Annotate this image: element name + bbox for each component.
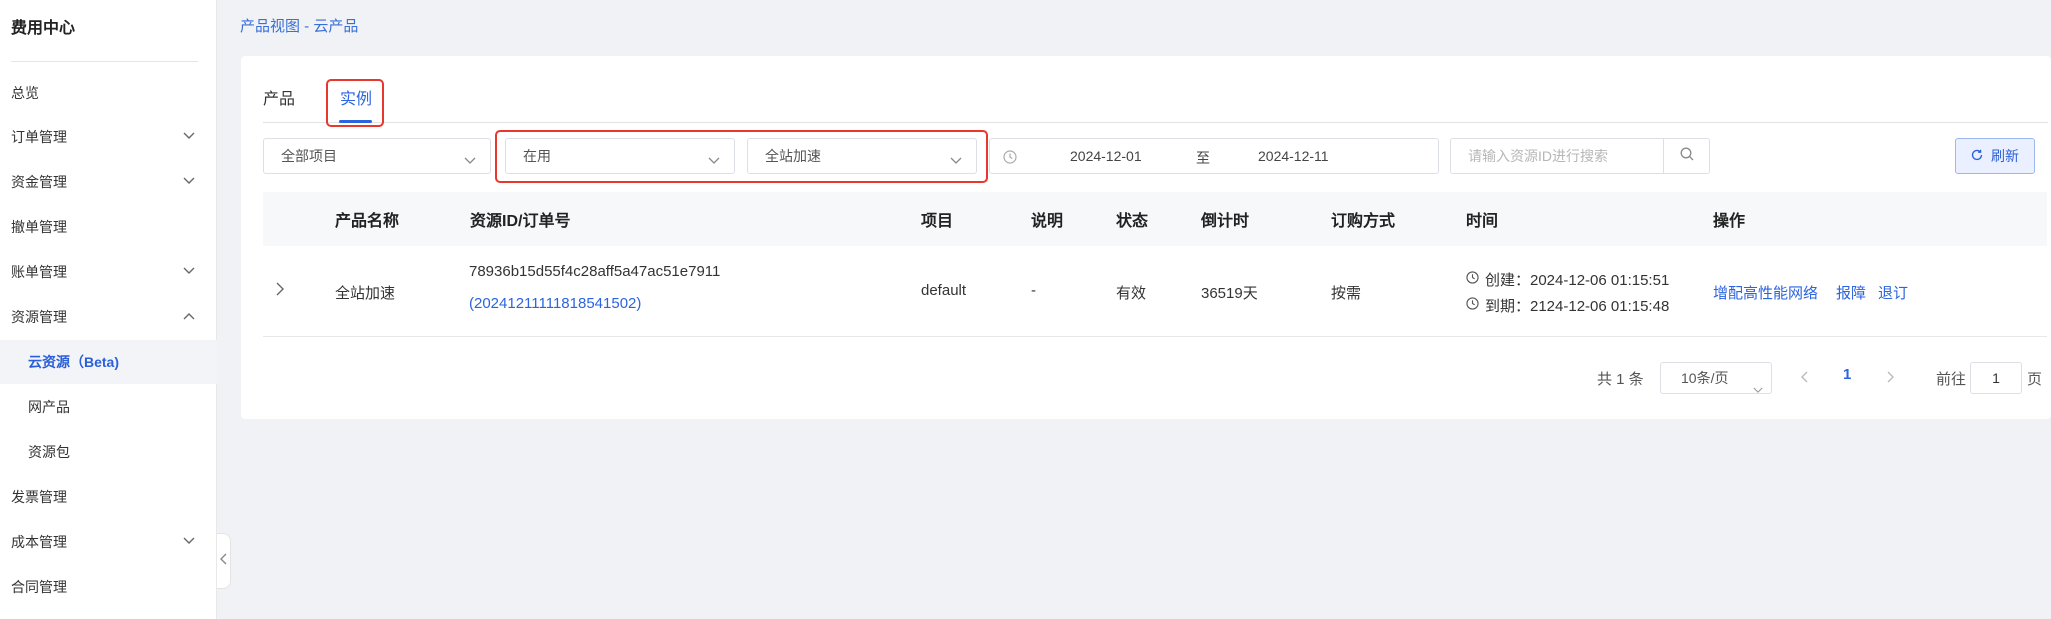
column-header: 状态 <box>1116 213 1149 230</box>
sidebar-item-label: 网产品 <box>28 399 70 415</box>
sidebar-collapse-button[interactable] <box>217 533 231 589</box>
clock-icon <box>1466 297 1479 314</box>
column-header: 资源ID/订单号 <box>470 213 571 230</box>
upgrade-network-link[interactable]: 增配高性能网络 <box>1713 282 1818 303</box>
sidebar-item-resource-packages[interactable]: 资源包 <box>0 430 217 474</box>
sidebar-item-orders[interactable]: 订单管理 <box>0 115 217 159</box>
highlight-box-tab <box>326 79 384 127</box>
page-label: 页 <box>2027 371 2043 388</box>
sidebar-item-label: 总览 <box>11 85 39 101</box>
sidebar-item-label: 资源包 <box>28 444 70 460</box>
date-separator: 至 <box>1196 150 1210 166</box>
refresh-label: 刷新 <box>1991 148 2019 164</box>
sidebar-divider <box>11 61 198 62</box>
goto-page-input[interactable] <box>1970 362 2022 394</box>
chevron-up-icon <box>183 312 195 322</box>
clock-icon <box>1003 150 1017 167</box>
cell-billing-mode: 按需 <box>1331 285 1362 302</box>
created-time-text: 创建：2024-12-06 01:15:51 <box>1485 272 1670 289</box>
pagination-total: 共 1 条 <box>1597 371 1644 388</box>
chevron-down-icon <box>183 267 195 277</box>
sidebar-item-label: 订单管理 <box>11 129 67 145</box>
sidebar-item-label: 成本管理 <box>11 534 67 550</box>
refresh-button[interactable]: 刷新 <box>1955 138 2035 174</box>
date-range-picker[interactable]: 2024-12-01 至 2024-12-11 <box>989 138 1439 174</box>
prev-page-button[interactable] <box>1800 370 1808 388</box>
resource-search <box>1450 138 1710 174</box>
sidebar-item-label: 资源管理 <box>11 309 67 325</box>
tab-bar-divider <box>263 122 2048 123</box>
next-page-button[interactable] <box>1887 370 1895 388</box>
page-size-select[interactable]: 10条/页 <box>1660 362 1772 394</box>
sidebar-item-overview[interactable]: 总览 <box>0 71 217 115</box>
refresh-icon <box>1971 148 1983 164</box>
cell-project: default <box>921 282 967 299</box>
sidebar-item-label: 资金管理 <box>11 174 67 190</box>
search-input[interactable] <box>1452 140 1664 172</box>
breadcrumb[interactable]: 产品视图 - 云产品 <box>240 15 358 36</box>
column-header: 订购方式 <box>1331 213 1396 230</box>
date-end[interactable]: 2024-12-11 <box>1258 148 1329 164</box>
column-header: 产品名称 <box>335 213 400 230</box>
sidebar-item-cloud-resources[interactable]: 云资源（Beta) <box>0 340 217 384</box>
search-icon <box>1680 147 1694 166</box>
report-issue-link[interactable]: 报障 <box>1836 282 1866 303</box>
created-time: 创建：2024-12-06 01:15:51 <box>1466 269 1669 290</box>
chevron-down-icon <box>183 132 195 142</box>
status-badge: 有效 <box>1116 285 1147 302</box>
column-header: 操作 <box>1713 213 1746 230</box>
cell-product: 全站加速 <box>335 285 396 302</box>
cell-countdown: 36519天 <box>1201 285 1258 302</box>
sidebar-item-network-products[interactable]: 网产品 <box>0 385 217 429</box>
sidebar-item-billing[interactable]: 账单管理 <box>0 250 217 294</box>
project-select[interactable]: 全部项目 <box>263 138 491 174</box>
app-title: 费用中心 <box>11 20 76 37</box>
order-id-link[interactable]: (20241211111818541502) <box>469 295 641 312</box>
sidebar-item-funds[interactable]: 资金管理 <box>0 160 217 204</box>
sidebar-item-resources[interactable]: 资源管理 <box>0 295 217 339</box>
chevron-left-icon <box>220 552 227 570</box>
row-divider <box>263 336 2047 337</box>
column-header: 时间 <box>1466 213 1499 230</box>
column-header: 倒计时 <box>1201 213 1250 230</box>
column-header: 说明 <box>1031 213 1064 230</box>
expiry-time: 到期：2124-12-06 01:15:48 <box>1466 295 1669 316</box>
sidebar-item-label: 发票管理 <box>11 489 67 505</box>
expiry-time-text: 到期：2124-12-06 01:15:48 <box>1485 298 1670 315</box>
chevron-down-icon <box>464 152 476 168</box>
chevron-down-icon <box>1753 374 1763 404</box>
search-button[interactable] <box>1663 139 1709 173</box>
sidebar-item-label: 云资源（Beta) <box>28 354 120 370</box>
highlight-box-filters <box>495 130 988 183</box>
tab-products[interactable]: 产品 <box>263 80 295 122</box>
sidebar-item-label: 账单管理 <box>11 264 67 280</box>
column-header: 项目 <box>921 213 954 230</box>
sidebar-item-contracts[interactable]: 合同管理 <box>0 565 217 609</box>
row-expand-button[interactable] <box>276 282 284 301</box>
sidebar-item-invoices[interactable]: 发票管理 <box>0 475 217 519</box>
table-header: 产品名称 资源ID/订单号 项目 说明 状态 倒计时 订购方式 时间 操作 <box>263 192 2047 246</box>
sidebar-item-label: 合同管理 <box>11 579 67 595</box>
page-number[interactable]: 1 <box>1843 366 1851 383</box>
goto-label: 前往 <box>1936 371 1967 388</box>
cell-resource-id: 78936b15d55f4c28aff5a47ac51e7911 <box>469 263 721 280</box>
sidebar-item-label: 撤单管理 <box>11 219 67 235</box>
date-start[interactable]: 2024-12-01 <box>1070 148 1142 164</box>
page-size-value: 10条/页 <box>1681 370 1729 386</box>
clock-icon <box>1466 271 1479 288</box>
cell-description: - <box>1031 282 1036 299</box>
sidebar-item-cost[interactable]: 成本管理 <box>0 520 217 564</box>
sidebar-item-cancellations[interactable]: 撤单管理 <box>0 205 217 249</box>
project-select-value: 全部项目 <box>281 148 337 164</box>
unsubscribe-link[interactable]: 退订 <box>1878 282 1908 303</box>
sidebar: 费用中心 总览 订单管理 资金管理 撤单管理 账单管理 资源管理 云资源（Bet… <box>0 0 217 619</box>
chevron-down-icon <box>183 537 195 547</box>
chevron-down-icon <box>183 177 195 187</box>
